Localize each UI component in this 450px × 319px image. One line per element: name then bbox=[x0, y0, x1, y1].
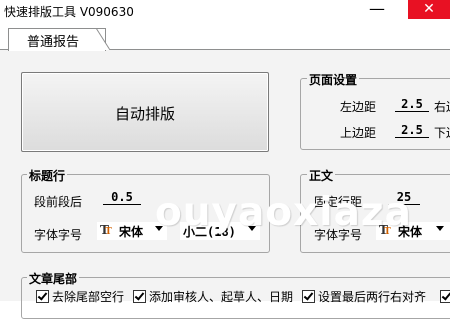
add-reviewer-drafter-date-label: 添加审核人、起草人、日期 bbox=[149, 290, 294, 304]
left-margin-label: 左边距 bbox=[340, 100, 377, 114]
top-margin-label: 上边距 bbox=[340, 126, 377, 140]
top-margin-input[interactable]: 2.5 bbox=[395, 123, 429, 138]
minimize-button[interactable]: — bbox=[363, 0, 391, 19]
auto-format-button[interactable]: 自动排版 bbox=[21, 72, 269, 152]
app-title: 快速排版工具 V090630 bbox=[4, 5, 134, 19]
body-text-legend: 正文 bbox=[307, 167, 336, 184]
heading-spacing-label: 段前段后 bbox=[34, 195, 83, 209]
watermark: ouyaoxiaza bbox=[155, 190, 412, 235]
right-align-last-two-lines-label: 设置最后两行右对齐 bbox=[318, 290, 427, 304]
page-settings-legend: 页面设置 bbox=[307, 71, 360, 88]
auto-format-label: 自动排版 bbox=[114, 105, 175, 123]
remove-trailing-blank-lines-label: 去除尾部空行 bbox=[52, 290, 125, 304]
left-margin-input[interactable]: 2.5 bbox=[395, 97, 429, 112]
add-reviewer-drafter-date-checkbox[interactable] bbox=[133, 290, 146, 303]
remove-trailing-blank-lines-checkbox[interactable] bbox=[36, 290, 49, 303]
heading-legend: 标题行 bbox=[27, 167, 68, 184]
tab-slant-edge bbox=[96, 28, 110, 50]
title-bar: 快速排版工具 V090630 — ✕ bbox=[0, 0, 450, 22]
heading-spacing-input[interactable]: 0.5 bbox=[103, 190, 141, 205]
right-margin-label: 右边 bbox=[434, 100, 450, 114]
tab-normal-report[interactable]: 普通报告 bbox=[8, 28, 106, 51]
close-icon: ✕ bbox=[423, 1, 435, 17]
right-align-last-two-lines-checkbox[interactable] bbox=[302, 290, 315, 303]
chevron-down-icon bbox=[436, 226, 444, 231]
heading-font-label: 字体字号 bbox=[34, 228, 83, 242]
heading-font-name: 宋体 bbox=[119, 225, 144, 239]
bottom-margin-label: 下边 bbox=[434, 126, 450, 140]
tab-label: 普通报告 bbox=[27, 35, 80, 50]
extra-option-checkbox[interactable] bbox=[440, 290, 450, 303]
close-button[interactable]: ✕ bbox=[408, 0, 450, 19]
truetype-font-icon: TT bbox=[100, 223, 112, 237]
minimize-icon: — bbox=[369, 0, 385, 18]
ending-legend: 文章尾部 bbox=[27, 270, 80, 287]
